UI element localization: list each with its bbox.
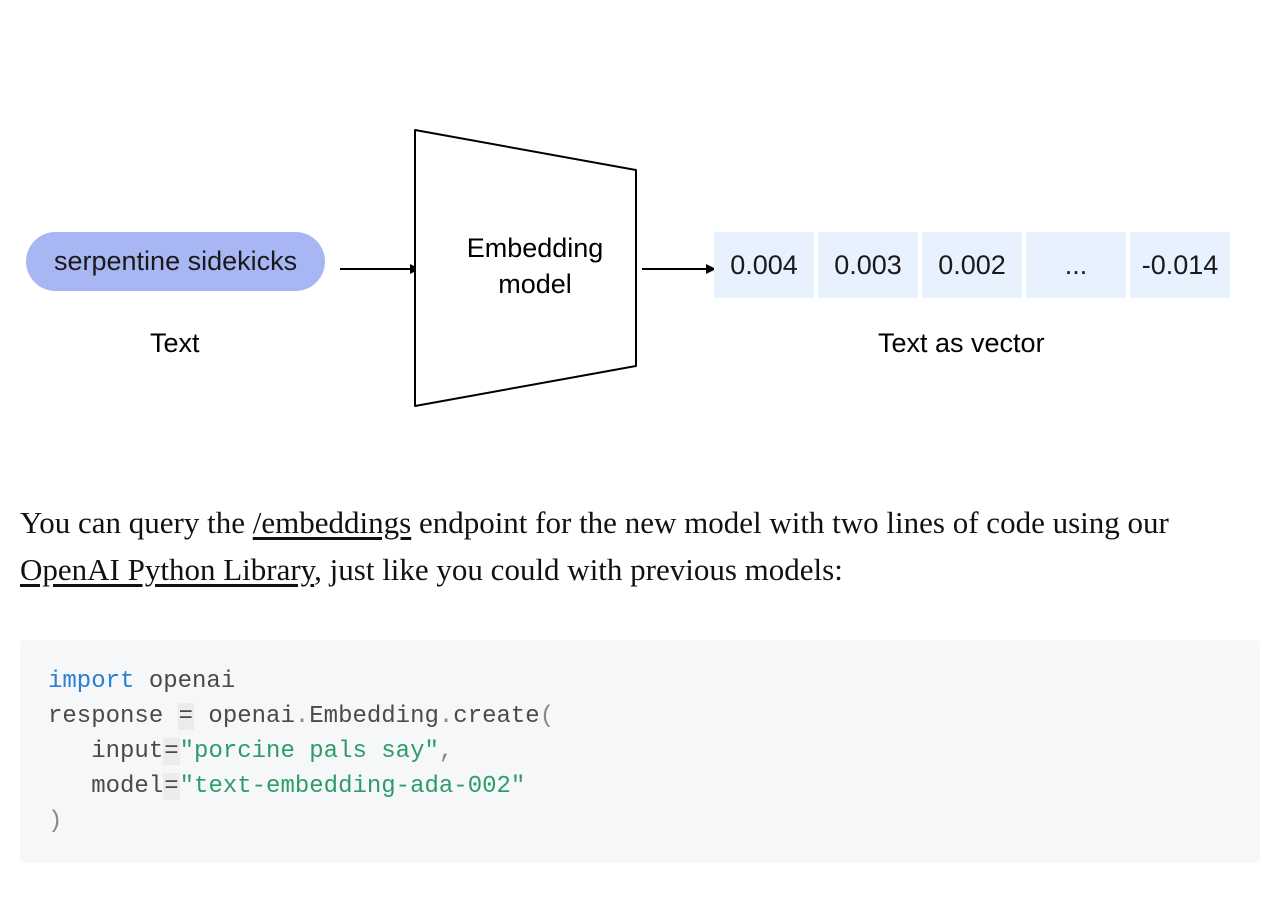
code-text: input xyxy=(91,738,163,765)
model-label-line1: Embedding xyxy=(467,233,604,263)
code-operator: = xyxy=(163,773,179,800)
code-example: import openai response = openai.Embeddin… xyxy=(20,640,1260,863)
vector-cell: -0.014 xyxy=(1130,232,1230,298)
model-label: Embedding model xyxy=(425,230,645,303)
code-operator: = xyxy=(178,703,194,730)
code-punct: ) xyxy=(48,808,62,835)
python-library-link[interactable]: OpenAI Python Library xyxy=(20,552,314,587)
code-text: openai xyxy=(134,668,235,695)
arrow-icon xyxy=(642,262,716,264)
embeddings-endpoint-link[interactable]: /embeddings xyxy=(253,505,411,540)
input-label: Text xyxy=(150,328,200,359)
code-string: "porcine pals say" xyxy=(180,738,439,765)
code-punct: . xyxy=(295,703,309,730)
code-punct: ( xyxy=(540,703,554,730)
code-punct: . xyxy=(439,703,453,730)
code-indent xyxy=(48,773,91,800)
code-text: Embedding xyxy=(309,703,439,730)
code-text: response xyxy=(48,703,178,730)
code-keyword: import xyxy=(48,668,134,695)
para-text: You can query the xyxy=(20,505,253,540)
code-operator: = xyxy=(163,738,179,765)
input-text-pill: serpentine sidekicks xyxy=(26,232,325,291)
para-text: , just like you could with previous mode… xyxy=(314,552,843,587)
vector-cell-ellipsis: ... xyxy=(1026,232,1126,298)
model-label-line2: model xyxy=(498,269,572,299)
vector-label: Text as vector xyxy=(878,328,1045,359)
vector-cell: 0.004 xyxy=(714,232,814,298)
vector-output: 0.004 0.003 0.002 ... -0.014 xyxy=(714,232,1230,298)
code-text: model xyxy=(91,773,163,800)
code-text: openai xyxy=(194,703,295,730)
code-indent xyxy=(48,738,91,765)
vector-cell: 0.002 xyxy=(922,232,1022,298)
para-text: endpoint for the new model with two line… xyxy=(411,505,1169,540)
embedding-diagram: serpentine sidekicks Text Embedding mode… xyxy=(20,100,1260,420)
code-punct: , xyxy=(439,738,453,765)
code-string: "text-embedding-ada-002" xyxy=(180,773,526,800)
description-paragraph: You can query the /embeddings endpoint f… xyxy=(20,500,1260,593)
arrow-icon xyxy=(340,262,420,264)
vector-cell: 0.003 xyxy=(818,232,918,298)
code-text: create xyxy=(453,703,539,730)
